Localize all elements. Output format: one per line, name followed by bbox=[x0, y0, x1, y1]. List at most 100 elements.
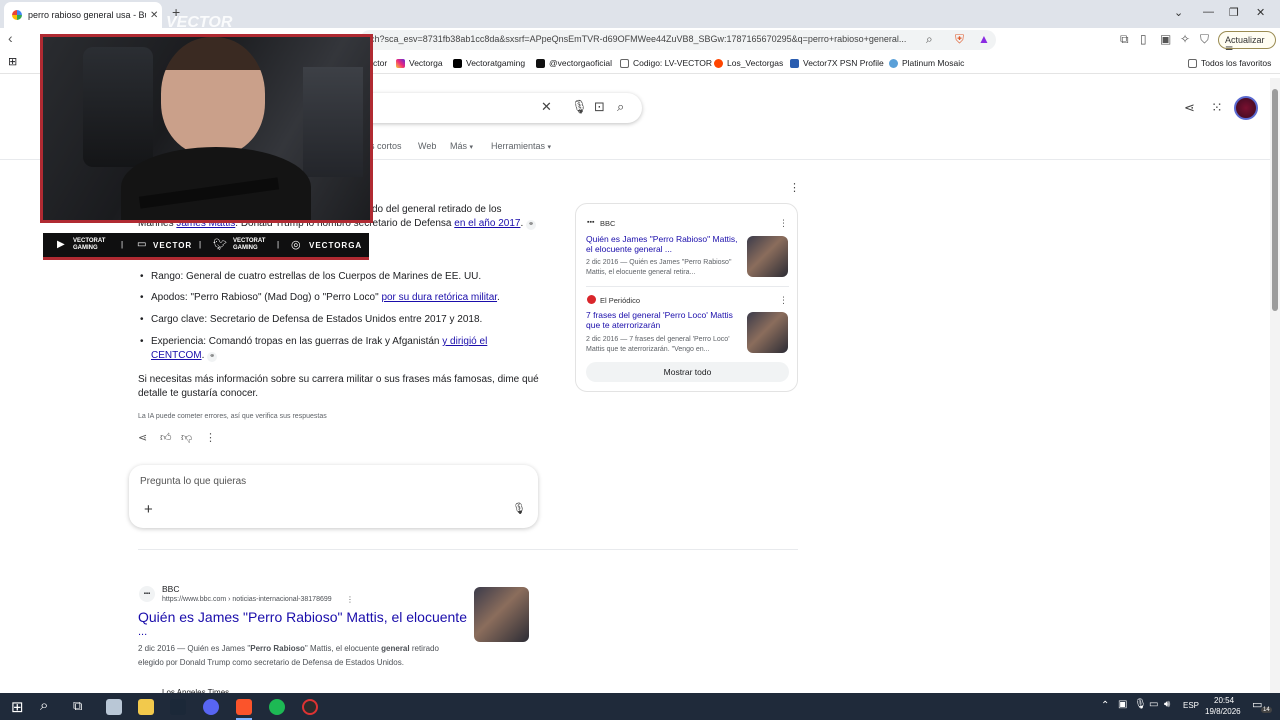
more-options-icon[interactable]: ⋮ bbox=[205, 431, 216, 444]
tab-search-icon[interactable]: ⌄ bbox=[1174, 6, 1183, 19]
tab-web[interactable]: Web bbox=[418, 141, 436, 151]
more-options-icon[interactable]: ⋮ bbox=[346, 595, 354, 604]
share-icon[interactable]: ⋖ bbox=[1184, 100, 1195, 116]
bookmark-3[interactable]: @vectorgaoficial bbox=[536, 58, 612, 68]
brave-app-icon[interactable] bbox=[236, 699, 252, 715]
bookmark-label: Vector7X PSN Profile bbox=[803, 58, 884, 68]
result-thumbnail[interactable] bbox=[474, 587, 529, 642]
wallet-icon[interactable]: ▣ bbox=[1160, 32, 1171, 46]
task-view-icon[interactable]: ⧉ bbox=[73, 698, 82, 714]
ask-input[interactable]: Pregunta lo que quieras bbox=[140, 476, 246, 487]
avatar[interactable] bbox=[1234, 96, 1258, 120]
vpn-icon[interactable]: ⛉ bbox=[1200, 32, 1209, 47]
clock-time[interactable]: 20:54 bbox=[1214, 696, 1234, 705]
network-icon[interactable]: ▭ bbox=[1149, 699, 1158, 710]
thumbs-down-icon[interactable]: 👎︎ bbox=[181, 431, 192, 444]
bookmark-6[interactable]: Vector7X PSN Profile bbox=[790, 58, 884, 68]
bookmark-0[interactable]: ctor bbox=[373, 58, 387, 68]
explorer-app-icon[interactable] bbox=[106, 699, 122, 715]
tray-chevron-icon[interactable]: ⌃ bbox=[1101, 700, 1109, 711]
tab-more-label: Más bbox=[450, 141, 468, 151]
spotify-app-icon[interactable] bbox=[269, 699, 285, 715]
search-icon[interactable]: ⌕ bbox=[617, 99, 624, 115]
search-icon[interactable]: ⌕ bbox=[40, 697, 48, 714]
bookmark-1[interactable]: Vectorga bbox=[396, 58, 443, 68]
apps-icon[interactable]: ⊞ bbox=[8, 55, 17, 68]
link-icon[interactable]: ⚭ bbox=[526, 220, 537, 230]
bookmark-5[interactable]: Los_Vectorgas bbox=[714, 58, 783, 68]
ai-intro-line1: do del general retirado de los bbox=[372, 204, 502, 215]
more-options-icon[interactable]: ⋮ bbox=[789, 181, 800, 194]
centcom-link-2[interactable]: CENTCOM bbox=[151, 350, 202, 361]
tray-app-icon[interactable]: ▣ bbox=[1118, 699, 1127, 710]
clock-date[interactable]: 19/8/2026 bbox=[1205, 707, 1241, 716]
search-box[interactable]: ✕ 🎙︎ ⊡ ⌕ bbox=[360, 93, 642, 123]
mic-tray-icon[interactable]: 🎙︎ bbox=[1134, 699, 1147, 710]
add-icon[interactable]: + bbox=[144, 501, 153, 518]
back-icon[interactable]: ‹ bbox=[8, 30, 13, 46]
clear-icon[interactable]: ✕ bbox=[541, 99, 552, 115]
google-apps-icon[interactable]: ⁙ bbox=[1211, 99, 1223, 116]
sidebar-icon[interactable]: ▯ bbox=[1140, 32, 1147, 46]
steam-app-icon[interactable] bbox=[170, 699, 186, 715]
result-url[interactable]: https://www.bbc.com › noticias-internaci… bbox=[162, 596, 332, 603]
result-title[interactable]: Quién es James "Perro Rabioso" Mattis, e… bbox=[138, 609, 467, 625]
close-window-icon[interactable]: ✕ bbox=[1256, 6, 1265, 19]
bookmark-7[interactable]: Platinum Mosaic bbox=[889, 58, 964, 68]
minimize-icon[interactable]: — bbox=[1203, 6, 1214, 18]
more-options-icon[interactable]: ⋮ bbox=[779, 218, 788, 229]
folder-app-icon[interactable] bbox=[138, 699, 154, 715]
source-thumbnail[interactable] bbox=[747, 236, 788, 277]
gaming-chair bbox=[83, 47, 153, 167]
ask-box[interactable]: Pregunta lo que quieras + 🎙︎ bbox=[129, 465, 538, 528]
microphone-icon[interactable]: 🎙︎ bbox=[512, 502, 526, 515]
windows-start-icon[interactable]: ⊞ bbox=[11, 698, 24, 716]
scrollbar-thumb[interactable] bbox=[1272, 89, 1278, 311]
year-2017-link[interactable]: en el año 2017 bbox=[454, 218, 520, 229]
extensions-icon[interactable]: ⧉ bbox=[1120, 32, 1129, 47]
all-bookmarks[interactable]: Todos los favoritos bbox=[1188, 58, 1271, 68]
voice-search-icon[interactable]: 🎙︎ bbox=[571, 99, 588, 115]
zoom-icon[interactable]: ⌕ bbox=[926, 32, 933, 47]
more-options-icon[interactable]: ⋮ bbox=[779, 295, 788, 306]
bullet-label: Apodos: bbox=[151, 292, 188, 303]
bullet-label: Rango: bbox=[151, 271, 184, 282]
retorica-link[interactable]: por su dura retórica militar bbox=[381, 292, 497, 303]
lens-icon[interactable]: ⊡ bbox=[594, 99, 605, 115]
show-all-button[interactable]: Mostrar todo bbox=[586, 362, 789, 382]
brave-shield-icon[interactable]: ⛨ bbox=[955, 32, 964, 47]
bullet-experience-cont: CENTCOM. ⚭ bbox=[141, 349, 218, 363]
url-text: ch?sca_esv=8731fb38ab1cc8da&sxsrf=APpeQn… bbox=[370, 34, 907, 44]
bookmark-4[interactable]: Codigo: LV-VECTOR bbox=[620, 58, 712, 68]
volume-icon[interactable]: 🔊︎ bbox=[1164, 699, 1170, 710]
tab-active[interactable]: perro rabioso general usa - Busca ✕ bbox=[4, 2, 162, 28]
close-tab-icon[interactable]: ✕ bbox=[150, 10, 158, 21]
share-icon[interactable]: ⋖ bbox=[138, 431, 147, 444]
centcom-link[interactable]: y dirigió el bbox=[442, 336, 487, 347]
discord-app-icon[interactable] bbox=[203, 699, 219, 715]
link-icon[interactable]: ⚭ bbox=[207, 352, 218, 362]
source-thumbnail[interactable] bbox=[747, 312, 788, 353]
bookmark-label: Vectoratgaming bbox=[466, 58, 526, 68]
snippet-text: retirado bbox=[409, 644, 439, 653]
source-title[interactable]: Quién es James "Perro Rabioso" Mattis, e… bbox=[586, 234, 741, 254]
tab-short-videos[interactable]: s cortos bbox=[370, 141, 402, 151]
snippet-text: " Mattis, el elocuente bbox=[304, 644, 382, 653]
obs-app-icon[interactable] bbox=[302, 699, 318, 715]
tab-more[interactable]: Más ▾ bbox=[450, 141, 473, 151]
address-bar[interactable]: ch?sca_esv=8731fb38ab1cc8da&sxsrf=APpeQn… bbox=[360, 30, 996, 50]
youtube-icon: ▶ bbox=[57, 239, 65, 250]
source-title[interactable]: 7 frases del general 'Perro Loco' Mattis… bbox=[586, 310, 741, 330]
social-label: VECTORGA bbox=[309, 241, 363, 250]
brave-rewards-icon[interactable]: ▲ bbox=[978, 32, 990, 46]
tab-tools[interactable]: Herramientas ▾ bbox=[491, 141, 551, 151]
thumbs-up-icon[interactable]: 👍︎ bbox=[160, 431, 172, 444]
maximize-icon[interactable]: ❐ bbox=[1229, 6, 1239, 19]
ai-icon[interactable]: ✧ bbox=[1180, 32, 1190, 46]
update-button[interactable]: Actualizar ☰ bbox=[1218, 31, 1276, 55]
update-label: Actualizar bbox=[1225, 35, 1265, 45]
language-indicator[interactable]: ESP bbox=[1183, 701, 1199, 710]
bookmark-2[interactable]: Vectoratgaming bbox=[453, 58, 525, 68]
folder-icon bbox=[1188, 58, 1197, 68]
result-title-cont[interactable]: ... bbox=[138, 626, 147, 638]
